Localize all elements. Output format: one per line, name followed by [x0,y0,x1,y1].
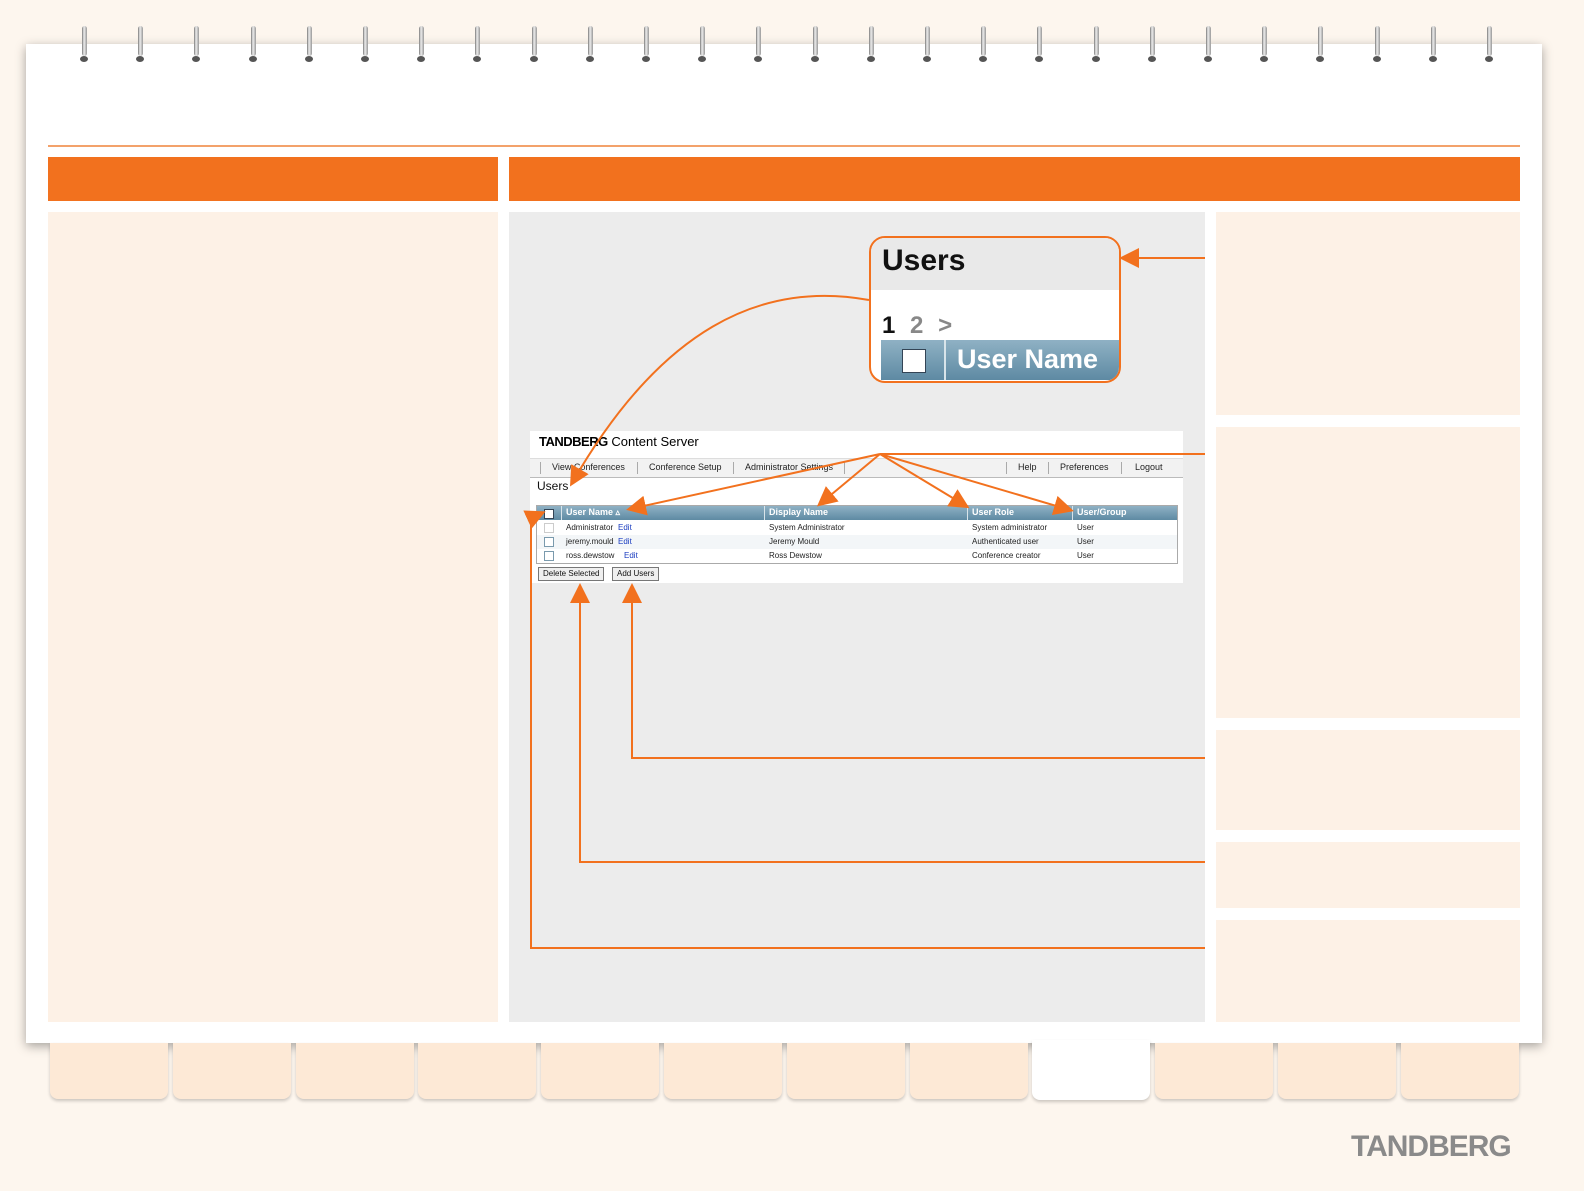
section-tab[interactable] [541,1043,660,1099]
arrow-to-title [570,294,870,487]
section-tab[interactable] [664,1043,782,1099]
section-tab[interactable] [1032,1040,1151,1100]
section-tab[interactable] [1400,1043,1519,1099]
arrow-to-user-role [879,453,970,509]
section-tab[interactable] [1155,1043,1274,1099]
arrow-to-user-group [879,453,1074,516]
arrow-to-delete-selected [570,583,1205,863]
section-tab[interactable] [786,1043,905,1099]
section-tab[interactable] [295,1043,414,1099]
callout-arrows [523,248,1205,949]
section-tab[interactable] [909,1043,1028,1099]
arrow-to-add-users [622,583,1205,759]
tandberg-logo: TANDBERG [1351,1130,1512,1163]
section-tab[interactable] [418,1043,537,1099]
section-tab[interactable] [1278,1043,1396,1099]
arrow-to-user-name [626,453,881,516]
section-tab[interactable] [172,1043,291,1099]
section-tab[interactable] [50,1043,168,1099]
